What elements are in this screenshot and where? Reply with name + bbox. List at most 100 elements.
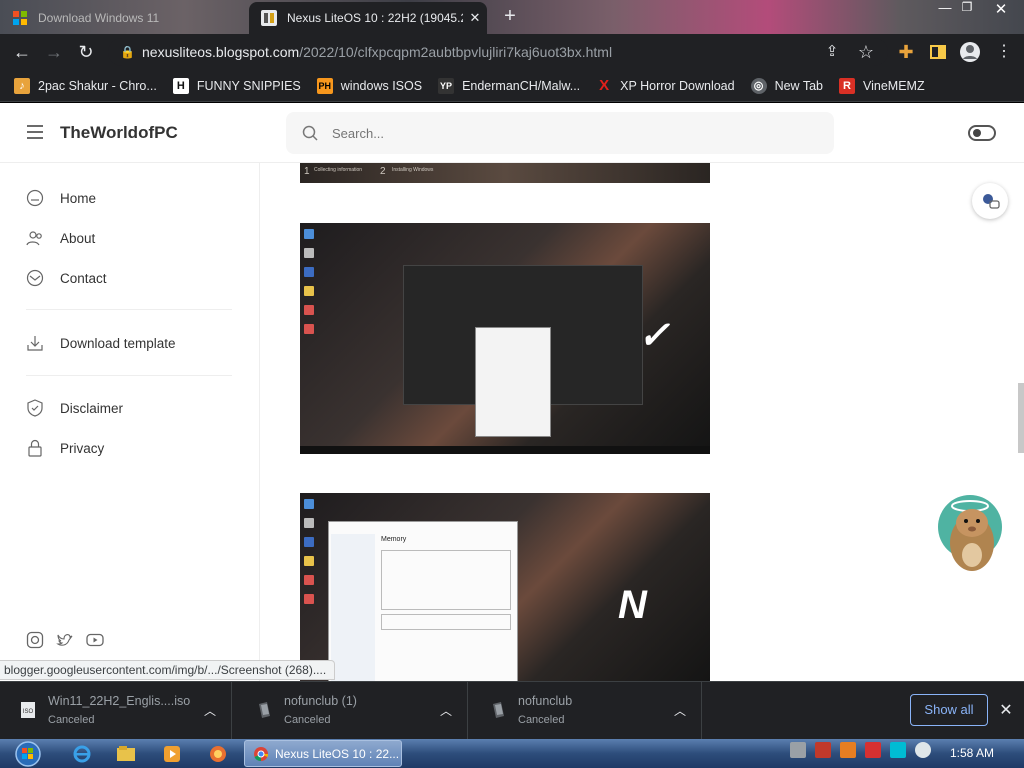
tab-title: Nexus LiteOS 10 : 22H2 (19045.2 (287, 11, 463, 25)
site-header: TheWorldofPC (0, 103, 1024, 163)
setup-progress-screenshot[interactable]: 1 Collecting information 2 Installing Wi… (300, 163, 710, 183)
tab-strip: Download Windows 11 Nexus LiteOS 10 : 22… (0, 0, 1024, 34)
checkmark-logo-icon: ✓ (638, 315, 670, 357)
twitter-icon[interactable] (56, 631, 74, 649)
forward-button[interactable]: → (42, 40, 66, 64)
chrome-icon (254, 746, 269, 761)
sidebar-item-disclaimer[interactable]: Disclaimer (26, 399, 123, 417)
download-item[interactable]: nofunclub Canceled ︿ (470, 682, 702, 740)
memory-composition-bar (381, 614, 511, 630)
bookmarks-bar: ♪ 2pac Shakur - Chro... H FUNNY SNIPPIES P… (0, 70, 1024, 102)
search-input[interactable] (332, 123, 812, 143)
sidebar-item-download-template[interactable]: Download template (26, 334, 176, 352)
bookmark-label: FUNNY SNIPPIES (196, 78, 301, 93)
download-status: Canceled (48, 714, 95, 726)
people-icon (26, 231, 42, 246)
windows-taskbar: Nexus LiteOS 10 : 22... 1:58 AM (0, 739, 1024, 768)
chevron-up-icon[interactable]: ︿ (204, 702, 216, 719)
sidebar-item-label: Home (60, 190, 97, 206)
reload-button[interactable]: ↻ (74, 40, 98, 64)
instagram-icon[interactable] (26, 631, 44, 649)
profile-avatar[interactable] (958, 40, 982, 64)
hamburger-menu-icon[interactable] (27, 125, 43, 139)
step-label: Collecting information (314, 167, 363, 173)
side-panel-icon[interactable] (926, 40, 950, 64)
url-domain: nexusliteos.blogspot.com (142, 44, 300, 60)
chat-widget-icon[interactable] (972, 183, 1008, 219)
mini-taskbar (300, 446, 710, 454)
lock-icon (28, 439, 42, 457)
youtube-icon[interactable] (86, 631, 104, 649)
bookmark-endermanch[interactable]: YP EndermanCH/Malw... (438, 77, 580, 94)
download-filename: Win11_22H2_Englis....iso (48, 694, 191, 708)
tray-volume-icon[interactable] (915, 742, 931, 758)
bookmark-star-icon[interactable]: ☆ (854, 40, 878, 64)
sidebar-item-contact[interactable]: Contact (26, 269, 107, 287)
search-box[interactable] (286, 112, 834, 154)
lock-icon: 🔒 (120, 45, 135, 59)
sidebar-item-privacy[interactable]: Privacy (26, 439, 104, 457)
nexus-logo-icon: N (618, 583, 647, 627)
back-button[interactable]: ← (10, 40, 34, 64)
hamster-sticker-image (938, 495, 1002, 571)
menu-kebab-icon[interactable]: ⋮ (992, 40, 1016, 64)
tab-nexus-liteos[interactable]: Nexus LiteOS 10 : 22H2 (19045.2 ✕ (249, 2, 487, 34)
bookmark-icon: ♪ (14, 77, 30, 94)
url-path: /2022/10/clfxpcqpm2aubtbpvlujliri7kaj6uo… (299, 44, 613, 60)
address-bar[interactable]: 🔒 nexusliteos.blogspot.com/2022/10/clfxp… (108, 38, 888, 66)
download-filename: nofunclub (1) (284, 694, 357, 708)
step-label: Installing Windows (392, 167, 434, 173)
task-manager-screenshot[interactable]: Memory N (300, 493, 710, 681)
minimize-button[interactable]: — (934, 0, 956, 18)
share-icon[interactable]: ⇪ (820, 40, 844, 64)
screen: Download Windows 11 Nexus LiteOS 10 : 22… (0, 0, 1024, 768)
system-tray (790, 742, 940, 758)
tray-x-icon[interactable] (815, 742, 831, 758)
bookmark-new-tab[interactable]: ◎ New Tab (750, 77, 823, 94)
taskbar-chrome-window[interactable]: Nexus LiteOS 10 : 22... (244, 740, 402, 767)
download-item[interactable]: nofunclub (1) Canceled ︿ (236, 682, 468, 740)
tray-app-icon[interactable] (790, 742, 806, 758)
taskbar-clock[interactable]: 1:58 AM (950, 746, 994, 760)
maximize-button[interactable]: ❐ (956, 0, 978, 18)
download-shelf: ISO Win11_22H2_Englis....iso Canceled ︿ … (0, 681, 1024, 740)
close-icon[interactable]: ✕ (996, 700, 1016, 720)
bookmark-funny-snippies[interactable]: H FUNNY SNIPPIES (172, 77, 301, 94)
r-logo-icon: R (839, 77, 855, 94)
media-player-icon[interactable] (152, 741, 192, 766)
page-scrollbar-thumb[interactable] (1018, 383, 1024, 453)
app-icon[interactable] (198, 741, 238, 766)
bookmark-2pac[interactable]: ♪ 2pac Shakur - Chro... (14, 77, 157, 94)
tab-download-windows-11[interactable]: Download Windows 11 (0, 2, 250, 34)
sidebar-item-label: Privacy (60, 440, 105, 456)
chevron-up-icon[interactable]: ︿ (674, 702, 686, 719)
bookmark-windows-isos[interactable]: PH windows ISOS (316, 77, 422, 94)
tray-flag-icon[interactable] (865, 742, 881, 758)
chevron-up-icon[interactable]: ︿ (440, 702, 452, 719)
site-title[interactable]: TheWorldofPC (60, 123, 178, 143)
new-tab-button[interactable]: + (499, 6, 521, 28)
bookmark-vinememz[interactable]: R VineMEMZ (839, 77, 925, 94)
social-links (26, 631, 116, 649)
tray-network-icon[interactable] (890, 742, 906, 758)
bookmark-xp-horror[interactable]: X XP Horror Download (596, 77, 734, 94)
properties-dialog (475, 327, 551, 437)
sidebar-item-about[interactable]: About (26, 229, 95, 247)
extensions-puzzle-icon[interactable]: ✚ (894, 40, 918, 64)
close-window-button[interactable]: ✕ (990, 0, 1012, 18)
sidebar-item-home[interactable]: Home (26, 189, 96, 207)
internet-explorer-icon[interactable] (62, 741, 102, 766)
download-item[interactable]: ISO Win11_22H2_Englis....iso Canceled ︿ (0, 682, 232, 740)
tray-search-icon[interactable] (840, 742, 856, 758)
close-tab-icon[interactable]: ✕ (463, 10, 487, 26)
file-icon (259, 702, 270, 718)
dark-mode-toggle[interactable] (968, 125, 996, 141)
mail-icon (26, 269, 44, 287)
show-all-button[interactable]: Show all (910, 694, 988, 726)
file-explorer-screenshot[interactable]: ✓ (300, 223, 710, 454)
file-explorer-icon[interactable] (106, 741, 146, 766)
globe-icon: ◎ (750, 77, 767, 94)
start-button-icon[interactable] (4, 740, 46, 767)
search-icon (302, 125, 318, 141)
download-status: Canceled (518, 714, 565, 726)
